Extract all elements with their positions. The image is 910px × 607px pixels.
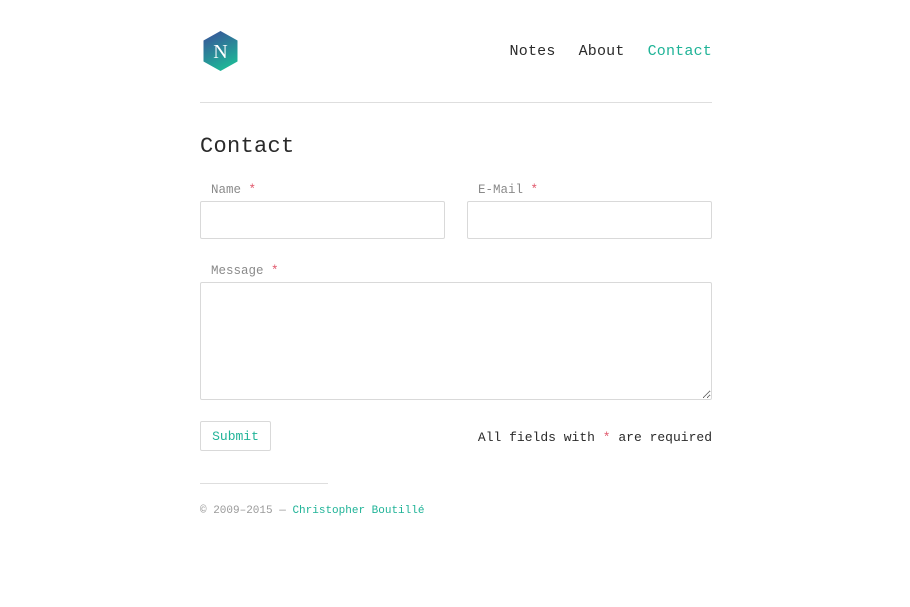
- name-label: Name *: [211, 183, 256, 198]
- nav-item-notes[interactable]: Notes: [510, 43, 556, 61]
- message-label: Message *: [211, 264, 279, 279]
- message-field[interactable]: [200, 282, 712, 400]
- logo-letter: N: [213, 41, 227, 63]
- required-note: All fields with * are required: [478, 430, 712, 445]
- name-label-text: Name: [211, 183, 242, 197]
- required-note-prefix: All fields with: [477, 430, 595, 445]
- nav-item-about[interactable]: About: [579, 43, 625, 61]
- header-divider: [200, 102, 712, 103]
- footer-divider: [200, 483, 328, 484]
- message-required-mark: *: [271, 264, 279, 278]
- name-required-mark: *: [248, 183, 257, 197]
- email-label-text: E-Mail: [478, 183, 524, 197]
- email-field[interactable]: [467, 201, 712, 239]
- submit-button[interactable]: Submit: [200, 421, 271, 451]
- page-title: Contact: [200, 134, 295, 159]
- name-field[interactable]: [200, 201, 445, 239]
- footer: © 2009–2015 — Christopher Boutillé: [200, 505, 424, 518]
- page-container: N Notes About Contact Contact Name * E-M…: [200, 0, 712, 607]
- site-logo[interactable]: N: [202, 30, 239, 72]
- email-label: E-Mail *: [478, 183, 538, 198]
- nav-item-contact[interactable]: Contact: [648, 43, 712, 61]
- email-required-mark: *: [530, 183, 539, 197]
- main-nav: Notes About Contact: [487, 43, 712, 61]
- footer-author-link[interactable]: Christopher Boutillé: [292, 505, 424, 517]
- required-note-mark: *: [602, 430, 611, 445]
- footer-copyright: © 2009–2015 —: [200, 505, 286, 517]
- required-note-suffix: are required: [618, 430, 712, 445]
- message-label-text: Message: [211, 264, 264, 278]
